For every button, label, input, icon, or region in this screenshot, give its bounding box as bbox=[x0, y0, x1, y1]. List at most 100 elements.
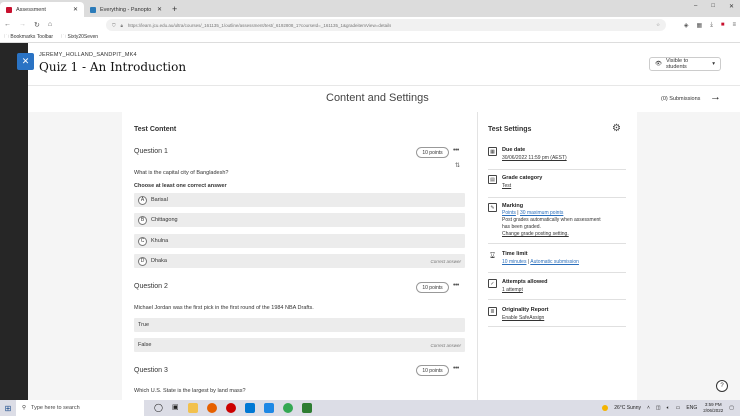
extensions-icon[interactable]: ▦ bbox=[697, 22, 703, 29]
due-date-link[interactable]: 30/06/2022 11:59 pm (AEST) bbox=[502, 155, 567, 161]
forward-icon[interactable]: → bbox=[19, 21, 26, 29]
grade-category-setting: ▤ Grade category Test bbox=[488, 175, 628, 195]
clock[interactable]: 3:59 PM 2/06/2022 bbox=[703, 402, 723, 414]
chevron-up-icon[interactable]: ˄ bbox=[647, 405, 650, 411]
tab-panopto[interactable]: Everything - Panopto ✕ bbox=[84, 2, 168, 17]
file-explorer-icon[interactable] bbox=[187, 403, 198, 413]
taskbar-apps: ◯ ▣ bbox=[154, 403, 312, 413]
attempts-link[interactable]: 1 attempt bbox=[502, 287, 523, 293]
bookmark-sixty20seven[interactable]: 🗀 Sixty20Seven bbox=[61, 34, 98, 42]
mail-icon[interactable] bbox=[263, 403, 274, 413]
question-1-label: Question 1 bbox=[134, 148, 168, 155]
bookmark-star-icon[interactable]: ☆ bbox=[656, 22, 660, 28]
points-link[interactable]: Points bbox=[502, 210, 516, 216]
weather-text[interactable]: 26°C Sunny bbox=[614, 405, 641, 411]
notifications-icon[interactable]: ▢ bbox=[729, 405, 734, 411]
url-text[interactable]: https://learn.jcu.edu.au/ultra/courses/_… bbox=[128, 23, 391, 28]
opera-icon[interactable] bbox=[225, 403, 236, 413]
question-3-more-icon[interactable]: ••• bbox=[453, 365, 459, 372]
address-bar[interactable]: ⛉ 🔒︎ https://learn.jcu.edu.au/ultra/cour… bbox=[106, 19, 667, 31]
marking-icon: ✎ bbox=[488, 203, 497, 212]
tab-assessment[interactable]: Assessment ✕ bbox=[0, 2, 84, 17]
battery-icon[interactable]: ▭ bbox=[676, 405, 681, 411]
arrow-right-icon[interactable]: → bbox=[710, 91, 721, 103]
option-text: False bbox=[138, 342, 152, 348]
divider bbox=[488, 197, 626, 198]
visibility-dropdown[interactable]: 👁︎ Visible to students ▾ bbox=[649, 57, 721, 71]
bookmarks-toolbar-folder[interactable]: 🗀 Bookmarks Toolbar bbox=[4, 34, 53, 42]
grade-category-link[interactable]: Test bbox=[502, 183, 511, 189]
answer-option[interactable]: D Dhaka Correct answer bbox=[134, 254, 465, 268]
correct-answer-label: Correct answer bbox=[430, 342, 461, 348]
gear-icon[interactable]: ⚙ bbox=[612, 123, 621, 134]
back-icon[interactable]: ← bbox=[4, 21, 11, 29]
reorder-icon[interactable]: ⇅ bbox=[455, 162, 460, 169]
network-icon[interactable]: ◫ bbox=[656, 405, 661, 411]
change-grade-posting-link[interactable]: Change grade posting setting. bbox=[502, 231, 569, 237]
question-1-instruction: Choose at least one correct answer bbox=[134, 183, 227, 189]
divider bbox=[488, 169, 626, 170]
answer-option[interactable]: True bbox=[134, 318, 465, 332]
option-text: True bbox=[138, 322, 150, 328]
maximize-button[interactable]: □ bbox=[711, 3, 715, 10]
navigation-bar: ← → ↻ ⌂ ⛉ 🔒︎ https://learn.jcu.edu.au/ul… bbox=[0, 17, 740, 33]
option-text: Dhaka bbox=[151, 258, 167, 264]
option-letter: A bbox=[138, 195, 147, 205]
automatic-submission-link[interactable]: Automatic submission bbox=[530, 259, 579, 265]
attempts-label: Attempts allowed bbox=[502, 279, 548, 285]
time-limit-setting: ⌛︎ Time limit 10 minutes | Automatic sub… bbox=[488, 251, 628, 271]
separator: | bbox=[517, 210, 519, 216]
minimize-button[interactable]: – bbox=[694, 3, 697, 10]
chrome-icon[interactable] bbox=[282, 403, 293, 413]
help-button[interactable]: ? bbox=[716, 380, 728, 392]
question-2-label: Question 2 bbox=[134, 283, 168, 290]
answer-option[interactable]: C Khulna bbox=[134, 234, 465, 248]
question-2-more-icon[interactable]: ••• bbox=[453, 282, 459, 289]
volume-icon[interactable]: 🔈︎ bbox=[667, 405, 670, 411]
taskbar-search[interactable]: ⚲ Type here to search bbox=[16, 400, 144, 416]
outlook-icon[interactable] bbox=[244, 403, 255, 413]
question-3-points[interactable]: 10 points bbox=[416, 365, 449, 376]
task-view-icon[interactable]: ▣ bbox=[172, 403, 179, 413]
pocket-icon[interactable]: ◈ bbox=[684, 22, 689, 29]
menu-icon[interactable]: ≡ bbox=[732, 22, 736, 29]
safeassign-link[interactable]: Enable SafeAssign bbox=[502, 315, 544, 321]
language-indicator[interactable]: ENG bbox=[686, 405, 697, 411]
window-controls: – □ ✕ bbox=[694, 3, 734, 10]
time-limit-minutes-link[interactable]: 10 minutes bbox=[502, 259, 526, 265]
close-panel-button[interactable]: ✕ bbox=[17, 53, 34, 70]
reload-icon[interactable]: ↻ bbox=[34, 21, 40, 29]
tab-close-icon[interactable]: ✕ bbox=[157, 6, 162, 13]
option-text: Barisal bbox=[151, 197, 168, 203]
answer-option[interactable]: B Chittagong bbox=[134, 213, 465, 227]
tab-title: Assessment bbox=[16, 6, 46, 13]
home-icon[interactable]: ⌂ bbox=[48, 21, 52, 29]
page-title: Quiz 1 - An Introduction bbox=[39, 60, 187, 74]
tab-close-icon[interactable]: ✕ bbox=[73, 6, 78, 13]
download-icon[interactable]: ⤓ bbox=[710, 22, 713, 29]
cortana-icon[interactable]: ◯ bbox=[154, 403, 163, 413]
firefox-icon[interactable] bbox=[206, 403, 217, 413]
question-1-more-icon[interactable]: ••• bbox=[453, 147, 459, 154]
windows-start-icon[interactable]: ⊞ bbox=[0, 404, 16, 413]
submissions-link[interactable]: (0) Submissions bbox=[661, 96, 700, 102]
tab-title: Everything - Panopto bbox=[100, 6, 152, 13]
question-1-points[interactable]: 10 points bbox=[416, 147, 449, 158]
answer-option[interactable]: False Correct answer bbox=[134, 338, 465, 352]
lock-icon[interactable]: 🔒︎ bbox=[120, 23, 122, 28]
shield-icon[interactable]: ⛉ bbox=[112, 23, 115, 28]
time-limit-values: 10 minutes | Automatic submission bbox=[502, 259, 579, 265]
due-date-setting: ▦ Due date 30/06/2022 11:59 pm (AEST) bbox=[488, 147, 628, 167]
checkbox-icon: ✓ bbox=[488, 279, 497, 288]
taskbar: ⊞ ⚲ Type here to search ◯ ▣ 26°C Sunny ˄… bbox=[0, 400, 740, 416]
attempts-setting: ✓ Attempts allowed 1 attempt bbox=[488, 279, 628, 299]
window-close-button[interactable]: ✕ bbox=[729, 3, 734, 10]
question-2-points[interactable]: 10 points bbox=[416, 282, 449, 293]
new-tab-button[interactable]: + bbox=[168, 4, 181, 14]
answer-option[interactable]: A Barisal bbox=[134, 193, 465, 207]
system-tray: 26°C Sunny ˄ ◫ 🔈︎ ▭ ENG 3:59 PM 2/06/202… bbox=[602, 402, 740, 414]
notification-icon[interactable]: ■ bbox=[721, 22, 725, 29]
visibility-label: Visible to students bbox=[665, 58, 689, 70]
max-points-link[interactable]: 30 maximum points bbox=[520, 210, 563, 216]
app-icon[interactable] bbox=[301, 403, 312, 413]
